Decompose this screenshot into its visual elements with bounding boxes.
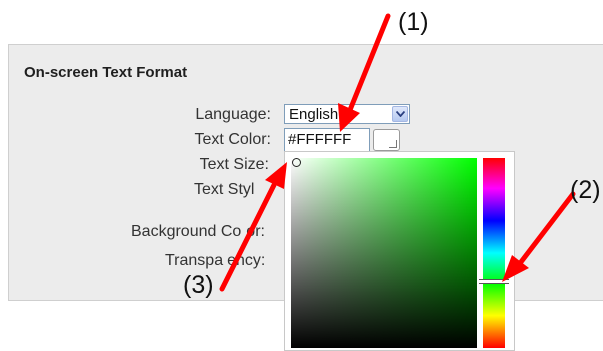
text-color-swatch-button[interactable] [373, 129, 400, 151]
language-label: Language: [195, 106, 271, 123]
callout-2-label: (2) [570, 176, 601, 204]
text-color-input[interactable]: #FFFFFF [284, 128, 370, 152]
background-color-label-text: Background Co [131, 223, 242, 240]
text-color-label: Text Color: [194, 131, 271, 148]
hue-slider-handle[interactable] [479, 279, 509, 284]
text-size-label: Text Size: [199, 156, 269, 173]
language-select-value: English [289, 106, 339, 123]
chevron-down-icon[interactable] [392, 106, 408, 122]
saturation-value-area[interactable] [291, 158, 477, 348]
language-select[interactable]: English [284, 104, 410, 124]
panel-title: On-screen Text Format [24, 64, 188, 81]
background-color-label-tail: or: [246, 223, 265, 240]
corner-icon [389, 140, 397, 148]
text-style-label: Text Styl [194, 181, 255, 198]
background-color-label: Background Co or: [131, 223, 265, 241]
color-selector-cursor[interactable] [292, 158, 301, 167]
transparency-label-text: Transpa [165, 252, 224, 269]
transparency-label: Transpa ency: [165, 252, 265, 270]
callout-1-label: (1) [398, 8, 429, 36]
transparency-label-tail: ency: [227, 252, 266, 269]
callout-3-label: (3) [183, 271, 214, 299]
hue-slider[interactable] [483, 158, 505, 348]
color-picker-popup [284, 151, 515, 351]
